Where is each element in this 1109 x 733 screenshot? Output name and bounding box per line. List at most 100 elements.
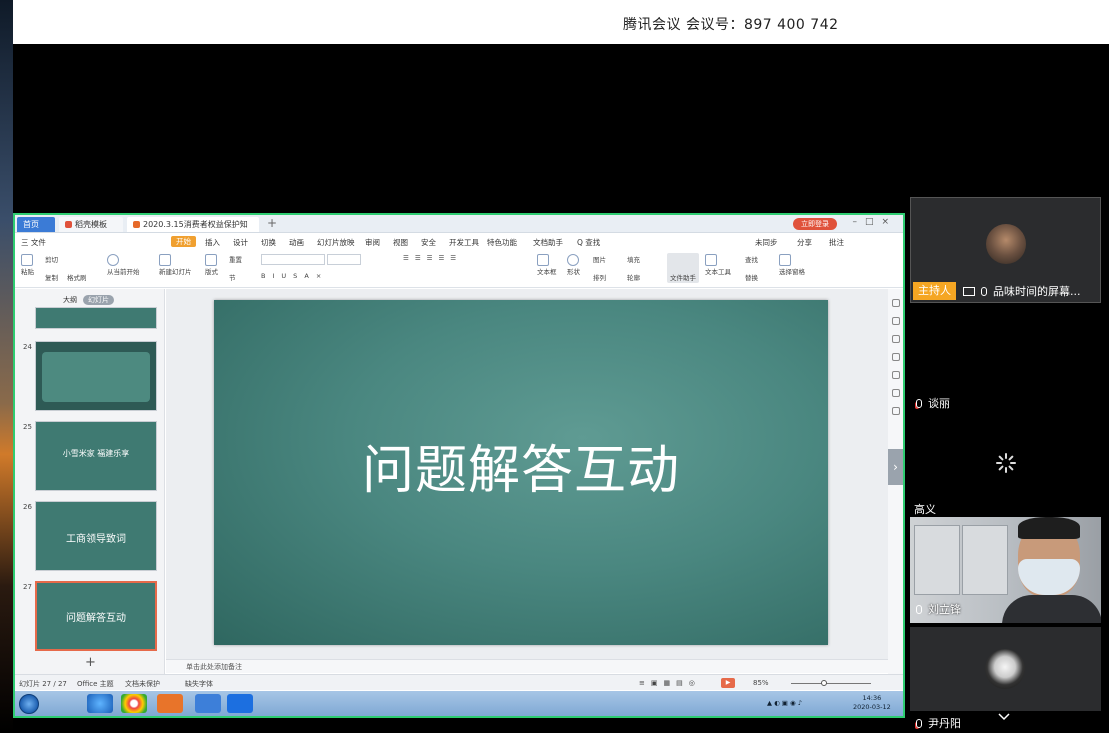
fill-button[interactable]: 填充 [627,254,640,264]
menu-doc-assistant[interactable]: 文档助手 [533,237,563,248]
ie-icon[interactable] [87,694,113,713]
menu-share[interactable]: 分享 [797,237,812,248]
slide-title[interactable]: 问题解答互动 [214,428,828,503]
windows-start-icon[interactable] [19,694,39,714]
tab-templates[interactable]: 稻壳模板 [59,217,123,232]
paragraph-buttons[interactable]: ☰☰☰☰☰ [403,254,462,262]
meeting-window: 腾讯会议 会议号：897 400 742 首页 稻壳模板 2020.3.15消费… [0,0,1109,733]
slideshow-play-button[interactable]: ▶ [721,678,735,688]
star-icon[interactable] [891,299,900,307]
current-slide[interactable]: 问题解答互动 [214,300,828,645]
participant-tile-liulifeng[interactable]: 刘立锋 [910,517,1101,623]
slide-thumb-24[interactable] [35,341,157,411]
text-effects-label: 文件助手 [670,274,696,282]
table-icon[interactable] [891,389,900,397]
tab-document[interactable]: 2020.3.15消费者权益保护知识.pptx [127,217,259,244]
menu-slideshow[interactable]: 幻灯片放映 [317,237,355,248]
view-buttons[interactable]: ≡▣▦▤◎ [639,679,701,687]
menu-sync[interactable]: 未同步 [755,237,778,248]
menu-home[interactable]: 开始 [171,236,196,247]
menu-view[interactable]: 视图 [393,237,408,248]
new-slide-button[interactable]: 新建幻灯片 [159,254,192,276]
outline-button[interactable]: 轮廓 [627,272,640,282]
slide-thumb-26[interactable]: 工商领导致词 [35,501,157,571]
participant-tile-tanli[interactable]: 谈丽 [916,395,950,411]
find-button[interactable]: 查找 [745,254,758,264]
zoom-slider-handle[interactable] [821,680,827,686]
ppt-file-icon [133,221,140,228]
notes-placeholder[interactable]: 单击此处添加备注 [166,659,888,673]
format-painter-button[interactable]: 格式刷 [67,272,87,282]
tencent-meeting-icon[interactable] [227,694,253,713]
copy-button[interactable]: 复制 [45,272,58,282]
status-bar: 幻灯片 27 / 27 Office 主题 文档未保护 缺失字体 ≡▣▦▤◎ ▶… [15,674,903,690]
doc-protect-status[interactable]: 文档未保护 [125,679,160,689]
chevron-right-icon[interactable]: › [888,449,903,485]
shape-icon[interactable] [891,335,900,343]
wps-icon[interactable] [195,694,221,713]
menu-design[interactable]: 设计 [233,237,248,248]
slide-thumb-27[interactable]: 问题解答互动 [35,581,157,651]
background-cabinet [962,525,1008,595]
slide-number: 26 [23,503,32,511]
participant-tile-host[interactable]: 主持人 品味时间的屏幕... [910,197,1101,303]
menu-review[interactable]: 审阅 [365,237,380,248]
shared-screen: 首页 稻壳模板 2020.3.15消费者权益保护知识.pptx + 立即登录 –… [13,213,905,718]
taskbar-clock[interactable]: 14:36 2020-03-12 [853,694,891,712]
meeting-info: 腾讯会议 会议号：897 400 742 [623,17,839,33]
font-style-buttons[interactable]: BIUSA× [261,272,328,280]
zoom-slider[interactable] [791,683,871,684]
background-cabinet [914,525,960,595]
image-button[interactable]: 图片 [593,254,606,264]
reset-button[interactable]: 重置 [229,254,242,264]
add-slide-button[interactable]: + [85,655,96,670]
grid-icon[interactable] [891,407,900,415]
chrome-icon[interactable] [121,694,147,713]
slide-thumb-23[interactable] [35,307,157,329]
menu-features[interactable]: 特色功能 [487,237,517,248]
menu-animation[interactable]: 动画 [289,237,304,248]
desktop-wallpaper-edge [0,0,13,733]
from-current-button[interactable]: 从当前开始 [107,254,140,276]
layout-button[interactable]: 版式 [205,254,218,276]
select-pane-button[interactable]: 选择窗格 [779,254,805,276]
window-controls[interactable]: –□× [852,217,897,227]
cut-button[interactable]: 剪切 [45,254,58,264]
font-name-select[interactable] [261,254,325,265]
copy-icon[interactable] [891,317,900,325]
zoom-level: 85% [753,679,769,687]
new-tab-button[interactable]: + [267,216,277,230]
participant-tile-gaoyi[interactable]: 高义 [914,501,936,517]
ribbon-menu-bar: 三 文件 开始 插入 设计 切换 动画 幻灯片放映 审阅 视图 安全 开发工具 … [15,234,903,250]
screen-share-icon [963,287,975,296]
textbox-button[interactable]: 文本框 [537,254,557,276]
menu-file[interactable]: 三 文件 [21,237,46,248]
chevron-down-icon[interactable] [998,711,1010,723]
arrange-button[interactable]: 排列 [593,272,606,282]
font-size-select[interactable] [327,254,361,265]
paste-button[interactable]: 粘贴 [21,254,34,276]
slide-thumb-25[interactable]: 小雪米家 福建乐享 [35,421,157,491]
menu-comment[interactable]: 批注 [829,237,844,248]
person-hair [1018,517,1080,539]
tab-home[interactable]: 首页 [17,217,55,232]
pin-icon[interactable] [891,353,900,361]
missing-font-status[interactable]: 缺失字体 [185,679,213,689]
hand-icon[interactable] [891,371,900,379]
menu-insert[interactable]: 插入 [205,237,220,248]
app-icon[interactable] [157,694,183,713]
side-toolbar: › [888,289,903,674]
menu-transition[interactable]: 切换 [261,237,276,248]
menu-find[interactable]: Q 查找 [577,237,600,248]
login-button[interactable]: 立即登录 [793,218,837,230]
tab-outline[interactable]: 大纲 [63,296,77,304]
shape-button[interactable]: 形状 [567,254,580,276]
participant-tile-yindanyang[interactable] [910,627,1101,711]
tab-slides[interactable]: 幻灯片 [83,295,114,305]
menu-devtools[interactable]: 开发工具 [449,237,479,248]
section-button[interactable]: 节 [229,272,236,282]
text-tools-button[interactable]: 文本工具 [705,254,731,276]
system-tray-icons[interactable]: ▲ ◐ ▣ ◉ ♪ [767,699,802,707]
replace-button[interactable]: 替换 [745,272,758,282]
menu-security[interactable]: 安全 [421,237,436,248]
